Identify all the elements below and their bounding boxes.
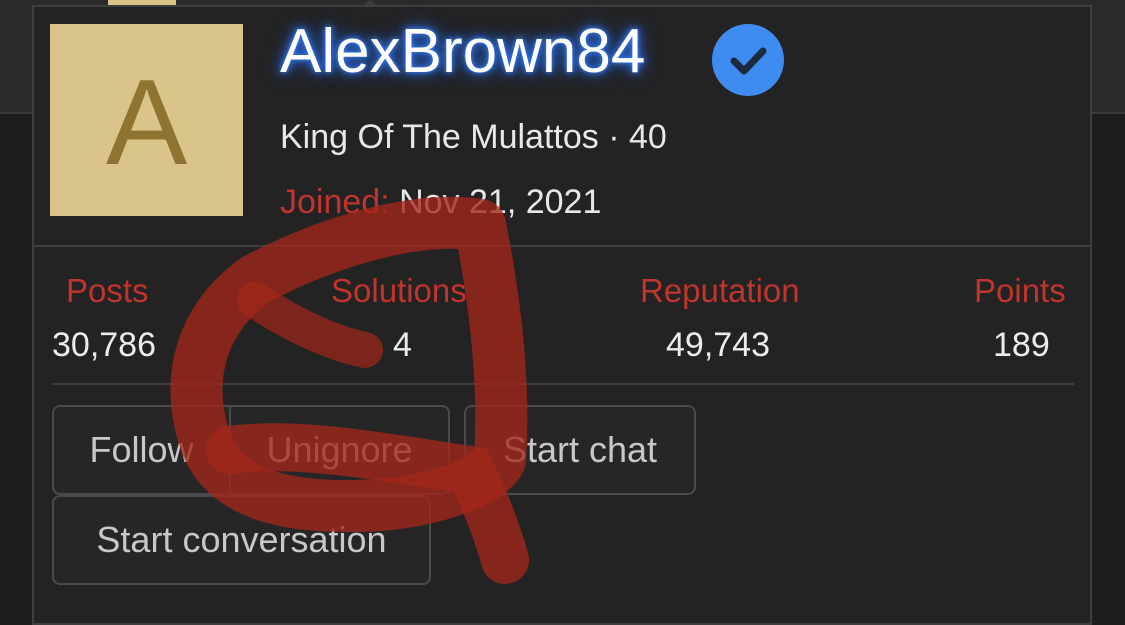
stat-points-value[interactable]: 189 xyxy=(993,326,1050,365)
joined-date: Joined: Nov 21, 2021 xyxy=(280,183,601,222)
joined-value: Nov 21, 2021 xyxy=(399,183,602,221)
user-title-text: King Of The Mulattos xyxy=(280,118,599,156)
stat-solutions-value[interactable]: 4 xyxy=(393,326,412,365)
start-chat-button[interactable]: Start chat xyxy=(464,405,696,495)
stat-solutions-label[interactable]: Solutions xyxy=(331,272,467,310)
divider xyxy=(52,383,1074,385)
avatar-letter: A xyxy=(105,54,188,190)
start-conversation-button[interactable]: Start conversation xyxy=(52,495,431,585)
avatar[interactable]: A xyxy=(50,24,243,216)
user-level: 40 xyxy=(628,118,667,156)
stat-reputation-label[interactable]: Reputation xyxy=(640,272,800,310)
stat-posts-label[interactable]: Posts xyxy=(66,272,149,310)
check-badge-icon xyxy=(712,24,784,96)
stat-points-label[interactable]: Points xyxy=(974,272,1066,310)
username-link[interactable]: AlexBrown84 xyxy=(280,14,645,90)
follow-button[interactable]: Follow xyxy=(54,407,229,493)
unignore-button[interactable]: Unignore xyxy=(231,407,448,493)
user-title: King Of The Mulattos · 40 xyxy=(280,118,667,157)
follow-ignore-button-group: Follow Unignore xyxy=(52,405,450,495)
stat-posts-value[interactable]: 30,786 xyxy=(52,326,156,365)
title-separator: · xyxy=(608,118,620,156)
divider xyxy=(34,245,1092,247)
stat-reputation-value[interactable]: 49,743 xyxy=(666,326,770,365)
joined-label: Joined: xyxy=(280,183,390,221)
